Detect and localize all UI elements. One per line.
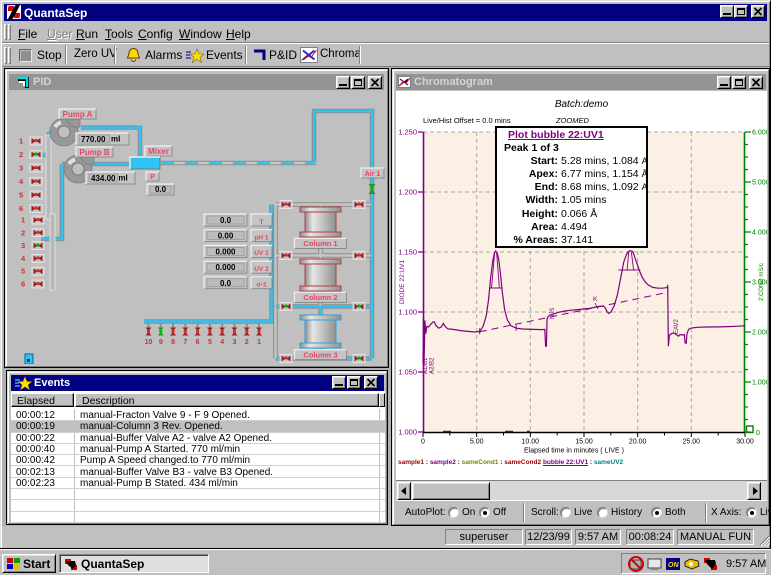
svg-text:Column 1: Column 1 xyxy=(303,239,337,248)
svg-text:3: 3 xyxy=(233,339,237,346)
svg-text:0.00: 0.00 xyxy=(218,232,234,241)
svg-text:434.00: 434.00 xyxy=(91,174,116,183)
svg-text:0: 0 xyxy=(421,439,425,446)
svg-text:4: 4 xyxy=(19,177,24,186)
svg-text:1.050: 1.050 xyxy=(398,368,417,377)
svg-text:25.00: 25.00 xyxy=(683,439,701,446)
svg-text:2: 2 xyxy=(21,228,25,237)
svg-text:ml: ml xyxy=(111,135,120,144)
svg-text:Column 3: Column 3 xyxy=(303,351,337,360)
svg-text:UV 1: UV 1 xyxy=(254,250,269,257)
svg-text:1.100: 1.100 xyxy=(398,308,417,317)
svg-text:Air 1: Air 1 xyxy=(365,171,381,178)
svg-text:15.00: 15.00 xyxy=(575,439,593,446)
svg-text:1.150: 1.150 xyxy=(398,248,417,257)
svg-text:T: T xyxy=(260,219,264,226)
svg-text:UV 2: UV 2 xyxy=(254,266,269,273)
svg-text:0.0: 0.0 xyxy=(220,216,232,225)
svg-text:4.000: 4.000 xyxy=(752,230,767,237)
svg-text:4: 4 xyxy=(220,339,224,346)
svg-text:0.000: 0.000 xyxy=(215,247,236,256)
svg-text:ml: ml xyxy=(118,174,127,183)
svg-text:1: 1 xyxy=(21,216,25,225)
svg-text:5: 5 xyxy=(19,191,23,200)
svg-text:5: 5 xyxy=(208,339,212,346)
svg-text:2:COND mS/c: 2:COND mS/c xyxy=(759,263,765,301)
svg-text:2: 2 xyxy=(245,339,249,346)
svg-text:5: 5 xyxy=(21,267,25,276)
svg-text:1: 1 xyxy=(19,137,23,146)
svg-text:6: 6 xyxy=(196,339,200,346)
svg-text:8: 8 xyxy=(171,339,175,346)
svg-text:6: 6 xyxy=(19,204,23,213)
svg-text:6.000: 6.000 xyxy=(752,130,767,137)
svg-text:Mixer: Mixer xyxy=(148,147,169,156)
svg-text:30.00: 30.00 xyxy=(736,439,754,446)
svg-text:1.250: 1.250 xyxy=(398,128,417,137)
svg-text:4: 4 xyxy=(21,254,26,263)
svg-text:770.00: 770.00 xyxy=(81,135,106,144)
svg-text:7: 7 xyxy=(183,339,187,346)
svg-text:EAV2: EAV2 xyxy=(674,318,680,334)
svg-text:A2/B2: A2/B2 xyxy=(430,357,436,374)
svg-text:1.200: 1.200 xyxy=(398,188,417,197)
svg-text:0: 0 xyxy=(756,430,760,437)
svg-text:pH 1: pH 1 xyxy=(254,235,268,242)
svg-text:0.000: 0.000 xyxy=(215,263,236,272)
svg-text:NJS: NJS xyxy=(550,308,556,319)
svg-text:P: P xyxy=(150,174,155,181)
svg-text:Elapsed time in minutes ( LIVE: Elapsed time in minutes ( LIVE ) xyxy=(524,448,624,455)
svg-text:20.00: 20.00 xyxy=(629,439,647,446)
svg-text:3: 3 xyxy=(19,164,23,173)
svg-text:DIODE 22:UV1: DIODE 22:UV1 xyxy=(399,260,406,304)
svg-text:2.000: 2.000 xyxy=(752,330,767,337)
svg-text:1: 1 xyxy=(257,339,261,346)
svg-text:5.000: 5.000 xyxy=(752,180,767,187)
svg-text:6: 6 xyxy=(21,280,25,289)
svg-text:σ-1: σ-1 xyxy=(256,282,267,289)
svg-text:2: 2 xyxy=(19,150,23,159)
svg-text:10: 10 xyxy=(145,339,153,346)
svg-text:Pump B: Pump B xyxy=(79,148,109,157)
svg-text:0.0: 0.0 xyxy=(220,279,232,288)
svg-text:K: K xyxy=(593,296,598,303)
svg-text:Pump A: Pump A xyxy=(63,110,93,119)
svg-text:1.000: 1.000 xyxy=(398,428,417,437)
svg-text:0.0: 0.0 xyxy=(155,185,167,194)
svg-text:9: 9 xyxy=(159,339,163,346)
svg-text:10.00: 10.00 xyxy=(522,439,540,446)
svg-text:ON: ON xyxy=(668,562,679,569)
svg-text:3: 3 xyxy=(21,241,25,250)
svg-text:Column 2: Column 2 xyxy=(303,293,337,302)
svg-text:A1/B1: A1/B1 xyxy=(423,357,429,374)
svg-text:5.00: 5.00 xyxy=(470,439,484,446)
svg-text:1.000: 1.000 xyxy=(752,380,767,387)
